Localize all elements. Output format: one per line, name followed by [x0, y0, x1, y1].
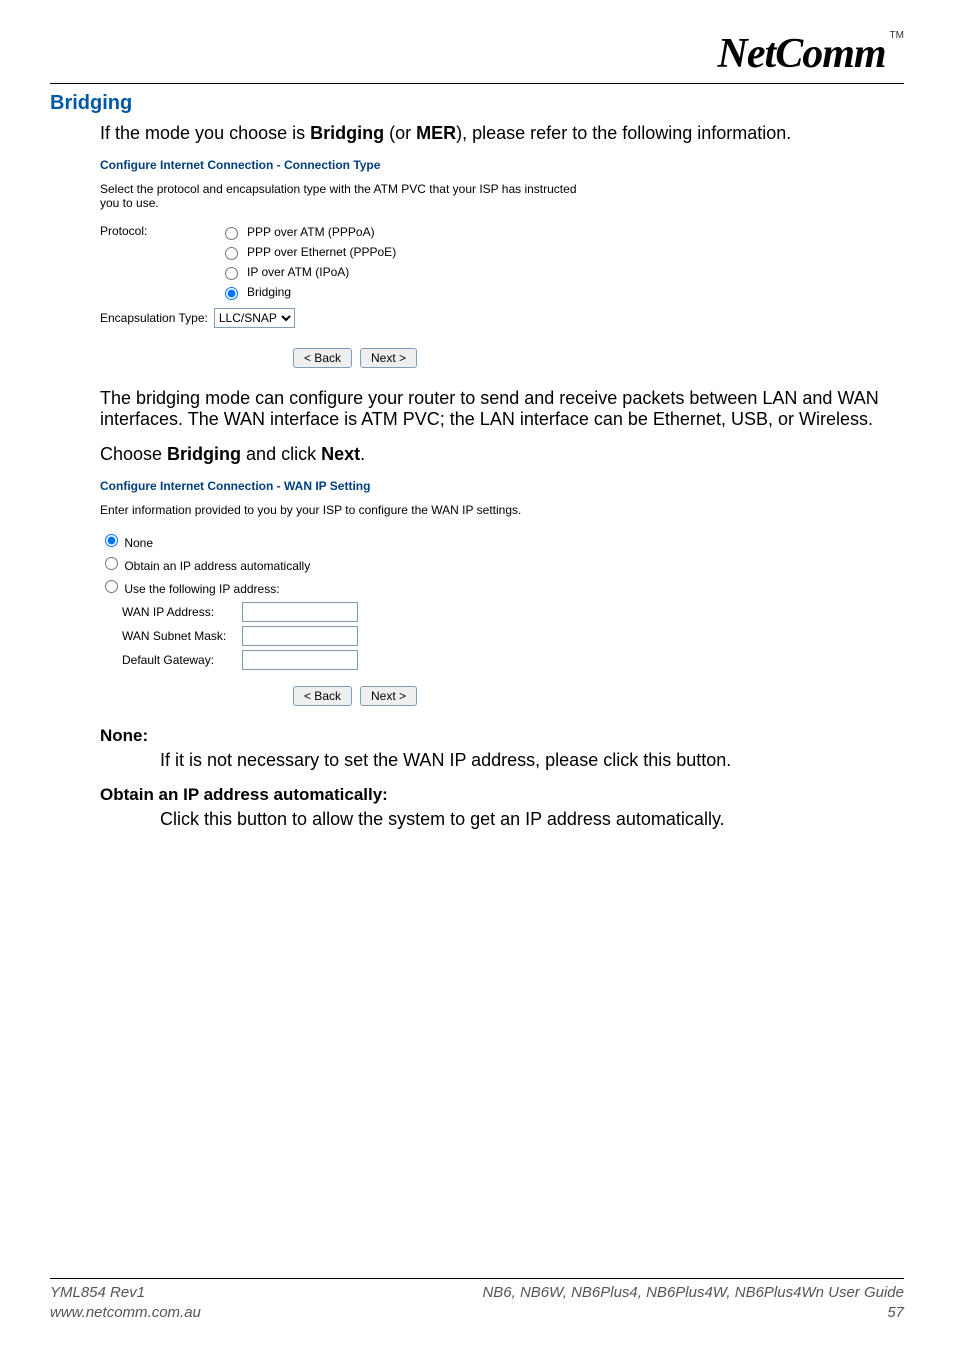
wan-subnet-label: WAN Subnet Mask: — [122, 629, 242, 643]
choose-line: Choose Bridging and click Next. — [50, 444, 904, 465]
footer-page-number: 57 — [482, 1303, 904, 1323]
radio-pppoe[interactable]: PPP over Ethernet (PPPoE) — [220, 244, 396, 260]
wan-gateway-row: Default Gateway: — [122, 650, 904, 670]
radio-none-input[interactable] — [105, 534, 118, 547]
radio-usefollowing-input[interactable] — [105, 580, 118, 593]
radio-usefollowing-label: Use the following IP address: — [124, 582, 279, 596]
radio-bridging-input[interactable] — [225, 287, 238, 300]
wan-ip-label: WAN IP Address: — [122, 605, 242, 619]
radio-none-label: None — [124, 536, 153, 550]
wan-subnet-row: WAN Subnet Mask: — [122, 626, 904, 646]
footer-guide: User Guide — [824, 1284, 904, 1301]
back-button-2[interactable]: < Back — [293, 686, 352, 706]
bridging-description: The bridging mode can configure your rou… — [50, 388, 904, 430]
encapsulation-row: Encapsulation Type: LLC/SNAP — [100, 308, 904, 328]
screenshot2-title: Configure Internet Connection - WAN IP S… — [100, 479, 904, 493]
choose-suffix: . — [360, 444, 365, 464]
intro-strong-mer: MER — [416, 123, 456, 143]
footer-url: www.netcomm.com.au — [50, 1303, 201, 1323]
intro-prefix: If the mode you choose is — [100, 123, 310, 143]
footer-products: NB6, NB6W, NB6Plus4, NB6Plus4W, NB6Plus4… — [482, 1284, 824, 1301]
radio-obtain-label: Obtain an IP address automatically — [124, 559, 310, 573]
screenshot1-title: Configure Internet Connection - Connecti… — [100, 158, 904, 172]
radio-pppoe-label: PPP over Ethernet (PPPoE) — [247, 245, 396, 259]
footer-revision: YML854 Rev1 — [50, 1283, 201, 1303]
intro-strong-bridging: Bridging — [310, 123, 384, 143]
header-rule — [50, 83, 904, 84]
wan-subnet-input[interactable] — [242, 626, 358, 646]
choose-strong-next: Next — [321, 444, 360, 464]
intro-suffix: ), please refer to the following informa… — [456, 123, 791, 143]
radio-ipoa-label: IP over ATM (IPoA) — [247, 265, 349, 279]
wan-ip-input[interactable] — [242, 602, 358, 622]
footer-rule — [50, 1278, 904, 1279]
encapsulation-label: Encapsulation Type: — [100, 311, 208, 325]
screenshot2-buttons: < Back Next > — [100, 686, 610, 706]
wan-gateway-label: Default Gateway: — [122, 653, 242, 667]
screenshot1-desc: Select the protocol and encapsulation ty… — [100, 182, 580, 210]
radio-pppoa-input[interactable] — [225, 227, 238, 240]
def-obtain-head: Obtain an IP address automatically: — [50, 785, 904, 805]
radio-usefollowing[interactable]: Use the following IP address: — [100, 577, 904, 596]
def-none-head: None: — [50, 726, 904, 746]
radio-pppoa[interactable]: PPP over ATM (PPPoA) — [220, 224, 396, 240]
screenshot-connection-type: Configure Internet Connection - Connecti… — [100, 158, 904, 368]
radio-obtain[interactable]: Obtain an IP address automatically — [100, 554, 904, 573]
logo-text: NetComm — [718, 31, 886, 77]
radio-bridging-label: Bridging — [247, 285, 291, 299]
choose-mid: and click — [241, 444, 321, 464]
section-heading: Bridging — [50, 92, 904, 115]
screenshot2-desc: Enter information provided to you by you… — [100, 503, 904, 517]
radio-pppoe-input[interactable] — [225, 247, 238, 260]
next-button-2[interactable]: Next > — [360, 686, 417, 706]
screenshot-wan-ip: Configure Internet Connection - WAN IP S… — [100, 479, 904, 706]
radio-obtain-input[interactable] — [105, 557, 118, 570]
radio-bridging[interactable]: Bridging — [220, 284, 396, 300]
radio-ipoa[interactable]: IP over ATM (IPoA) — [220, 264, 396, 280]
protocol-label: Protocol: — [100, 224, 220, 300]
protocol-row: Protocol: PPP over ATM (PPPoA) PPP over … — [100, 224, 904, 300]
def-none-body: If it is not necessary to set the WAN IP… — [50, 750, 904, 771]
next-button[interactable]: Next > — [360, 348, 417, 368]
def-obtain-body: Click this button to allow the system to… — [50, 809, 904, 830]
wan-gateway-input[interactable] — [242, 650, 358, 670]
logo-tm: TM — [890, 30, 904, 41]
wan-ip-row: WAN IP Address: — [122, 602, 904, 622]
choose-prefix: Choose — [100, 444, 167, 464]
encapsulation-select[interactable]: LLC/SNAP — [214, 308, 295, 328]
screenshot1-buttons: < Back Next > — [100, 348, 610, 368]
radio-ipoa-input[interactable] — [225, 267, 238, 280]
radio-pppoa-label: PPP over ATM (PPPoA) — [247, 225, 375, 239]
choose-strong-bridging: Bridging — [167, 444, 241, 464]
brand-logo: NetComm TM — [50, 30, 904, 78]
intro-mid: (or — [384, 123, 416, 143]
intro-paragraph: If the mode you choose is Bridging (or M… — [50, 123, 904, 144]
back-button[interactable]: < Back — [293, 348, 352, 368]
page-footer: YML854 Rev1 www.netcomm.com.au NB6, NB6W… — [50, 1278, 904, 1322]
radio-none[interactable]: None — [100, 531, 904, 550]
